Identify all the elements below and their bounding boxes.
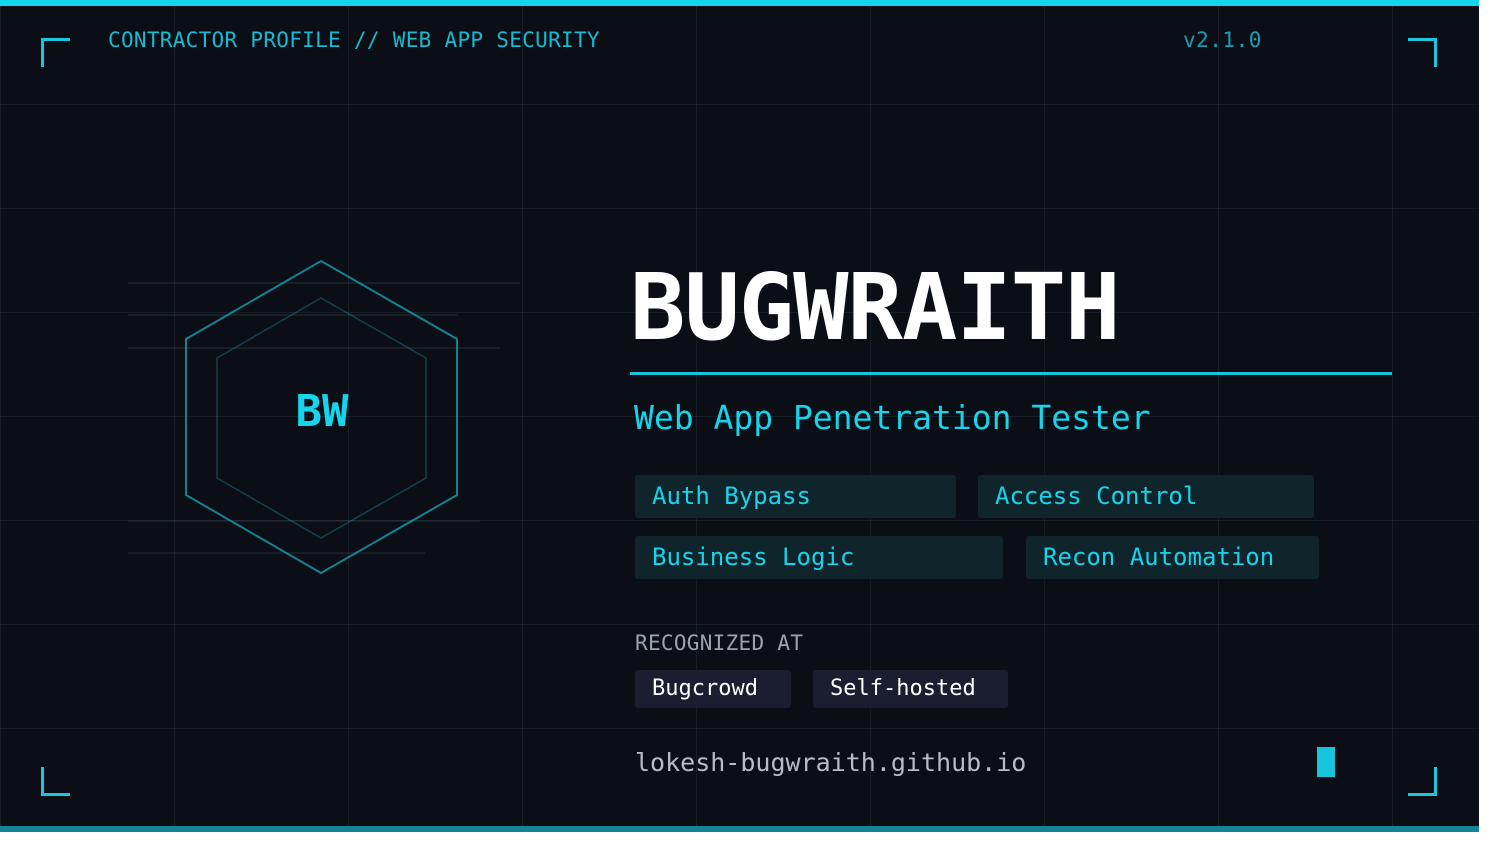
bottom-accent-bar <box>0 826 1479 832</box>
corner-bracket-top-left <box>41 38 70 67</box>
recognition-badge-self-hosted: Self-hosted <box>813 670 1008 708</box>
skill-tag-recon-automation: Recon Automation <box>1026 536 1319 579</box>
corner-bracket-bottom-right <box>1408 767 1437 796</box>
header-label: CONTRACTOR PROFILE // WEB APP SECURITY <box>108 28 600 52</box>
version-label: v2.1.0 <box>1183 28 1262 52</box>
profile-url[interactable]: lokesh-bugwraith.github.io <box>635 748 1026 777</box>
terminal-cursor <box>1317 747 1335 777</box>
skill-tag-access-control: Access Control <box>978 475 1314 518</box>
profile-name: BUGWRAITH <box>630 254 1120 361</box>
corner-bracket-top-right <box>1408 38 1437 67</box>
recognition-badge-bugcrowd: Bugcrowd <box>635 670 791 708</box>
recognized-heading: RECOGNIZED AT <box>635 631 804 655</box>
title-underline <box>630 372 1392 375</box>
skill-tag-business-logic: Business Logic <box>635 536 1003 579</box>
emblem-initials: BW <box>295 386 349 437</box>
corner-bracket-bottom-left <box>41 767 70 796</box>
profile-role: Web App Penetration Tester <box>634 398 1151 437</box>
skill-tag-auth-bypass: Auth Bypass <box>635 475 956 518</box>
profile-card: CONTRACTOR PROFILE // WEB APP SECURITY v… <box>0 0 1479 832</box>
top-accent-bar <box>0 0 1479 6</box>
